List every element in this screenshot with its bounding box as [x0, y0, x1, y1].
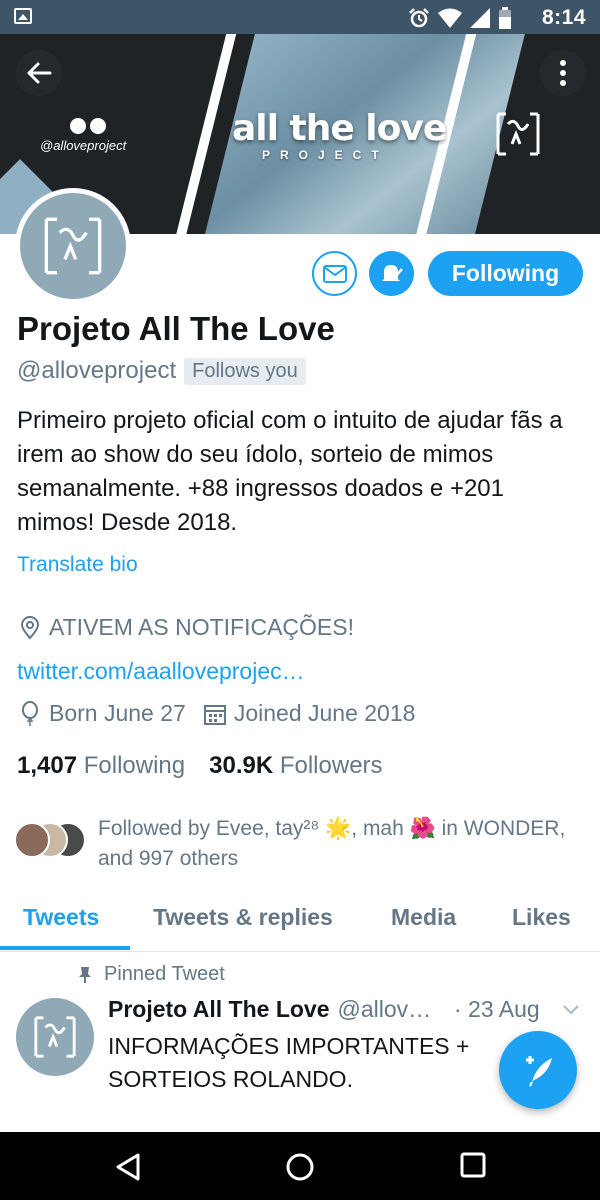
signal-icon — [470, 8, 490, 28]
follows-you-badge: Follows you — [184, 357, 306, 385]
active-tab-indicator — [0, 946, 130, 950]
more-options-button[interactable] — [540, 50, 586, 96]
tweet-author-handle: @allov… — [337, 996, 432, 1022]
project-logo-icon — [34, 1016, 76, 1058]
wifi-icon — [438, 8, 462, 28]
translate-bio-link[interactable]: Translate bio — [17, 553, 138, 577]
location-row: ATIVEM AS NOTIFICAÇÕES! — [17, 614, 354, 641]
balloon-icon — [17, 700, 43, 727]
chevron-down-icon[interactable] — [562, 1004, 580, 1016]
follow-counts: 1,407 Following 30.9K Followers — [17, 752, 383, 780]
following-count[interactable]: 1,407 Following — [17, 752, 185, 780]
tweet-text: INFORMAÇÕES IMPORTANTES + SORTEIOS ROLAN… — [108, 1033, 470, 1092]
home-nav-icon[interactable] — [285, 1152, 315, 1182]
joined-text: Joined June 2018 — [233, 700, 416, 726]
more-vertical-icon — [560, 60, 566, 86]
avatar — [14, 822, 50, 858]
follower-avatars — [14, 822, 94, 862]
pin-icon — [79, 966, 91, 983]
back-nav-icon[interactable] — [114, 1152, 142, 1182]
clock: 8:14 — [541, 6, 586, 29]
location-pin-icon — [17, 615, 43, 640]
tab-tweets[interactable]: Tweets — [23, 904, 99, 931]
profile-avatar[interactable] — [15, 188, 131, 304]
gallery-notification-icon — [14, 8, 32, 24]
system-nav-bar — [0, 1132, 600, 1200]
mail-icon — [322, 264, 347, 283]
profile-name: Projeto All The Love — [17, 310, 335, 347]
battery-icon — [499, 7, 511, 29]
alarm-icon — [409, 8, 429, 28]
calendar-icon — [202, 703, 228, 725]
banner-subtitle: PROJECT — [262, 148, 389, 162]
notifications-button[interactable] — [369, 251, 414, 296]
arrow-left-icon — [27, 62, 52, 84]
followers-count[interactable]: 30.9K Followers — [209, 752, 382, 780]
tweet-avatar[interactable] — [16, 998, 94, 1076]
twitter-icon — [70, 118, 86, 134]
project-logo-icon — [44, 217, 102, 275]
following-button[interactable]: Following — [428, 251, 583, 296]
profile-handle: @alloveproject — [17, 357, 177, 384]
handle-row: @alloveproject Follows you — [17, 357, 306, 385]
profile-bio: Primeiro projeto oficial com o intuito d… — [17, 407, 563, 536]
dates-row: Born June 27 Joined June 2018 — [17, 700, 415, 727]
tweet-date: · 23 Aug — [454, 996, 540, 1022]
tab-media[interactable]: Media — [391, 904, 456, 931]
social-icons — [70, 118, 106, 134]
tweet-header: Projeto All The Love @allov… — [108, 996, 431, 1023]
project-logo-icon — [496, 112, 540, 156]
tweet-author-name: Projeto All The Love — [108, 996, 330, 1022]
pinned-label-row: Pinned Tweet — [78, 963, 225, 986]
bell-check-icon — [381, 264, 403, 281]
instagram-icon — [90, 118, 106, 134]
status-icons — [408, 7, 512, 29]
banner-title: all the love — [232, 108, 447, 149]
profile-tabs: Tweets Tweets & replies Media Likes — [0, 888, 600, 952]
banner-handle: @alloveproject — [40, 138, 127, 153]
tab-likes[interactable]: Likes — [512, 904, 571, 931]
feather-plus-icon — [526, 1056, 552, 1087]
status-bar: 8:14 — [0, 0, 600, 34]
avatar-image — [20, 193, 126, 299]
compose-tweet-button[interactable] — [499, 1031, 577, 1109]
tab-tweets-replies[interactable]: Tweets & replies — [153, 904, 333, 931]
website-link[interactable]: twitter.com/aaalloveprojec… — [17, 658, 305, 685]
born-text: Born June 27 — [49, 700, 186, 726]
followed-by-text: Followed by Evee, tay²⁸ 🌟, mah 🌺 in WOND… — [98, 817, 566, 870]
recents-nav-icon[interactable] — [460, 1152, 486, 1178]
message-button[interactable] — [312, 251, 357, 296]
back-button[interactable] — [16, 50, 62, 96]
location-text: ATIVEM AS NOTIFICAÇÕES! — [49, 614, 355, 640]
pinned-tweet-label: Pinned Tweet — [104, 963, 225, 985]
